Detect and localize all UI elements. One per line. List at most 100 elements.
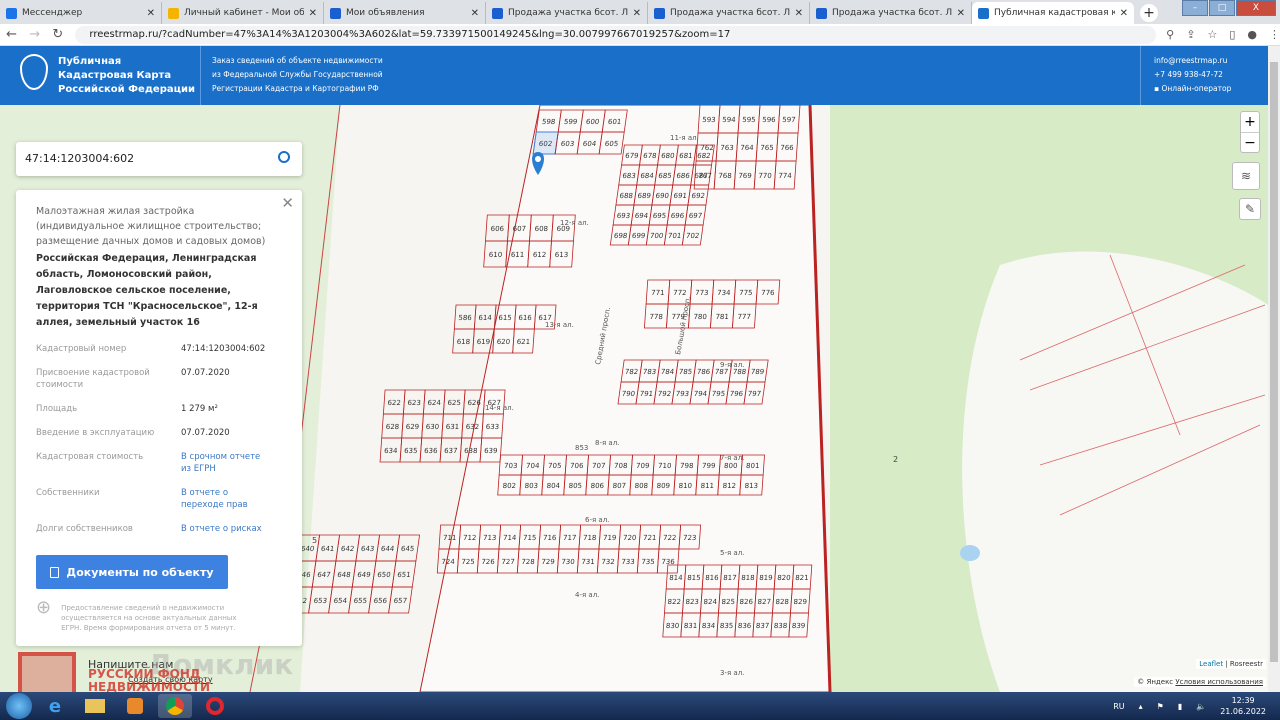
search-icon[interactable] bbox=[278, 151, 290, 163]
browser-tab[interactable]: Продажа участка бсот. Ленинград✕ bbox=[648, 2, 810, 24]
new-tab-button[interactable]: + bbox=[1140, 4, 1158, 22]
info-value[interactable]: В отчете о рисках bbox=[181, 523, 271, 535]
zoom-out-button[interactable]: − bbox=[1241, 133, 1259, 153]
parcel-number: 655 bbox=[353, 596, 368, 605]
clock[interactable]: 12:39 21.06.2022 bbox=[1220, 695, 1266, 717]
forward-icon[interactable]: → bbox=[23, 27, 46, 42]
close-tab-icon[interactable]: ✕ bbox=[309, 8, 317, 19]
ie-icon[interactable]: e bbox=[38, 694, 72, 718]
close-window-button[interactable]: X bbox=[1236, 0, 1276, 16]
parcel-number: 644 bbox=[380, 544, 395, 553]
parcel-number: 632 bbox=[466, 423, 480, 431]
language-indicator[interactable]: RU bbox=[1113, 702, 1124, 711]
parcel-number: 777 bbox=[737, 313, 751, 321]
back-icon[interactable]: ← bbox=[0, 27, 23, 42]
parcel-number: 773 bbox=[695, 289, 709, 297]
volume-icon[interactable]: 🔈 bbox=[1196, 702, 1206, 711]
close-tab-icon[interactable]: ✕ bbox=[471, 8, 479, 19]
site-header: Публичная Кадастровая Карта Российской Фед… bbox=[0, 46, 1280, 105]
parcel-number: 648 bbox=[337, 570, 352, 579]
ruler-button[interactable]: ✎ bbox=[1239, 198, 1261, 220]
leaflet-link[interactable]: Leaflet bbox=[1199, 660, 1223, 668]
parcel-number: 697 bbox=[688, 211, 703, 220]
parcel-number: 721 bbox=[643, 534, 657, 542]
browser-tab[interactable]: Личный кабинет - Мои объявления✕ bbox=[162, 2, 324, 24]
parcel-number: 642 bbox=[340, 544, 355, 553]
browser-tab[interactable]: Мои объявления ✕ bbox=[324, 2, 486, 24]
info-value[interactable]: В отчете о переходе прав bbox=[181, 487, 271, 511]
parcel-number: 704 bbox=[526, 462, 540, 470]
location-blocked-icon[interactable]: ⚲ bbox=[1166, 28, 1174, 41]
parcel-number: 693 bbox=[616, 211, 631, 220]
maximize-button[interactable]: □ bbox=[1209, 0, 1235, 16]
browser-tab[interactable]: Мессенджер ✕ bbox=[0, 2, 162, 24]
parcel-number: 778 bbox=[649, 313, 663, 321]
divider bbox=[200, 46, 201, 105]
media-player-icon[interactable] bbox=[118, 694, 152, 718]
cadastral-search-input[interactable]: 47:14:1203004:602 bbox=[16, 142, 302, 176]
parcel-number: 603 bbox=[560, 139, 575, 148]
parcel-number: 823 bbox=[685, 598, 699, 606]
online-operator-link[interactable]: ▪ Онлайн-оператор bbox=[1154, 82, 1231, 96]
parcel-number: 732 bbox=[601, 558, 615, 566]
info-value: 47:14:1203004:602 bbox=[181, 344, 266, 354]
share-icon[interactable]: ⇪ bbox=[1186, 28, 1195, 41]
action-center-flag-icon[interactable]: ⚑ bbox=[1157, 702, 1164, 711]
selected-parcel[interactable] bbox=[532, 131, 559, 155]
url-input[interactable]: rreestrmap.ru/?cadNumber=47%3A14%3A12030… bbox=[75, 25, 1157, 44]
parcel-number: 680 bbox=[661, 151, 676, 160]
zoom-in-button[interactable]: + bbox=[1241, 112, 1259, 133]
page-scrollbar[interactable] bbox=[1268, 46, 1280, 692]
browser-tab[interactable]: Продажа участка бсот. Ленинград✕ bbox=[486, 2, 648, 24]
info-value: 07.07.2020 bbox=[181, 428, 230, 438]
parcel-number: 837 bbox=[756, 622, 770, 630]
layers-button[interactable]: ≋ bbox=[1232, 162, 1260, 190]
parcel-number: 818 bbox=[741, 574, 755, 582]
parcel-number: 720 bbox=[623, 534, 637, 542]
favicon-icon bbox=[654, 7, 665, 19]
parcel-number: 829 bbox=[793, 598, 807, 606]
street-label: 8-я ал. bbox=[595, 439, 619, 447]
parcel-block: 6406416426436446456466476486496506516526… bbox=[288, 534, 421, 614]
close-tab-icon[interactable]: ✕ bbox=[147, 8, 155, 19]
email-link[interactable]: info@rreestrmap.ru bbox=[1154, 54, 1231, 68]
close-tab-icon[interactable]: ✕ bbox=[795, 8, 803, 19]
opera-icon[interactable] bbox=[198, 694, 232, 718]
parcel-number: 640 bbox=[300, 544, 315, 553]
parcel-number: 705 bbox=[548, 462, 562, 470]
chrome-icon[interactable] bbox=[158, 694, 192, 718]
terms-link[interactable]: Условия использования bbox=[1175, 678, 1263, 686]
parcel-number: 706 bbox=[570, 462, 584, 470]
menu-icon[interactable]: ⋮ bbox=[1269, 28, 1280, 41]
tray-expand-icon[interactable]: ▴ bbox=[1139, 702, 1143, 711]
parcel-number: 615 bbox=[498, 314, 512, 322]
browser-tab[interactable]: Продажа участка бсот. Ленинград✕ bbox=[810, 2, 972, 24]
phone-link[interactable]: +7 499 938-47-72 bbox=[1154, 68, 1231, 82]
parcel-number: 684 bbox=[640, 171, 655, 180]
bookmark-star-icon[interactable]: ☆ bbox=[1207, 28, 1217, 41]
tab-bar: Мессенджер✕Личный кабинет - Мои объявлен… bbox=[0, 0, 1280, 24]
info-value[interactable]: В срочном отчете из ЕГРН bbox=[181, 451, 271, 475]
side-panel-icon[interactable]: ▯ bbox=[1229, 28, 1235, 41]
documents-button[interactable]: Документы по объекту bbox=[36, 555, 228, 589]
network-icon[interactable]: ▮ bbox=[1178, 702, 1182, 711]
explorer-icon[interactable] bbox=[78, 694, 112, 718]
close-tab-icon[interactable]: ✕ bbox=[633, 8, 641, 19]
parcel-number: 791 bbox=[639, 389, 654, 398]
globe-logo-icon[interactable] bbox=[20, 54, 48, 90]
info-value: 1 279 м² bbox=[181, 404, 218, 414]
scrollbar-thumb[interactable] bbox=[1270, 62, 1278, 662]
parcel-number: 824 bbox=[703, 598, 717, 606]
parcel-number: 772 bbox=[673, 289, 687, 297]
profile-icon[interactable]: ● bbox=[1247, 28, 1257, 41]
browser-tab[interactable]: Публичная кадастровая карта✕ bbox=[972, 2, 1134, 24]
close-tab-icon[interactable]: ✕ bbox=[1120, 8, 1128, 19]
site-brand[interactable]: Публичная Кадастровая Карта Российской Фед… bbox=[58, 55, 195, 97]
reload-icon[interactable]: ↻ bbox=[46, 27, 69, 42]
parcel-number: 621 bbox=[516, 338, 530, 346]
close-icon[interactable]: ✕ bbox=[281, 194, 294, 212]
close-tab-icon[interactable]: ✕ bbox=[957, 8, 965, 19]
minimize-button[interactable]: – bbox=[1182, 0, 1208, 16]
start-button[interactable] bbox=[6, 693, 32, 719]
parcel-number: 625 bbox=[447, 399, 461, 407]
